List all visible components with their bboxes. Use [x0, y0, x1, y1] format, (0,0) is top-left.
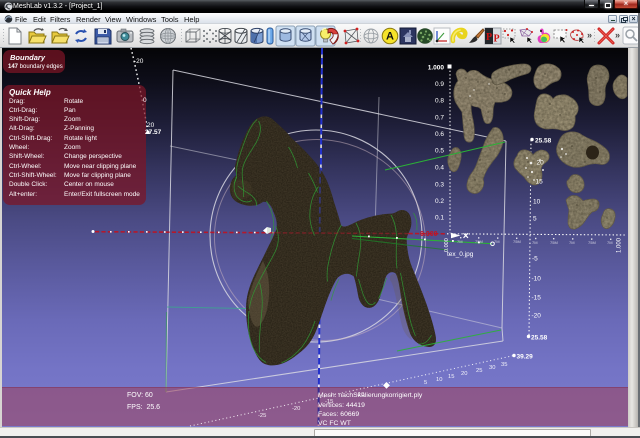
- svg-text:0.8: 0.8: [435, 98, 444, 105]
- svg-text:75M: 75M: [513, 239, 521, 244]
- svg-text:15: 15: [536, 179, 544, 186]
- svg-text:10: 10: [436, 377, 442, 383]
- svg-text:0.1: 0.1: [435, 215, 444, 222]
- svg-text:7M: 7M: [494, 239, 500, 244]
- svg-text:0.3: 0.3: [435, 182, 444, 189]
- svg-text:25.58: 25.58: [531, 335, 548, 342]
- svg-text:-15: -15: [532, 295, 542, 302]
- svg-text:0.9: 0.9: [435, 81, 444, 88]
- svg-text:15: 15: [448, 374, 454, 380]
- svg-text:5: 5: [533, 216, 537, 223]
- svg-text:30: 30: [489, 365, 495, 371]
- svg-text:75M: 75M: [550, 240, 558, 245]
- svg-text:-20: -20: [532, 313, 542, 320]
- svg-text:»: »: [615, 30, 620, 40]
- svg-text:75M: 75M: [588, 240, 596, 245]
- svg-text:P: P: [494, 34, 500, 45]
- svg-text:»: »: [587, 30, 592, 40]
- svg-text:20: 20: [461, 371, 467, 377]
- svg-text:tex_0.jpg: tex_0.jpg: [447, 251, 474, 258]
- svg-text:7M: 7M: [569, 240, 575, 245]
- svg-text:0.4: 0.4: [435, 165, 444, 172]
- svg-text:75M: 75M: [475, 239, 483, 244]
- svg-text:-5: -5: [532, 256, 538, 263]
- svg-text:-25: -25: [258, 413, 266, 419]
- svg-text:0.000: 0.000: [420, 231, 438, 238]
- svg-text:1.000: 1.000: [617, 237, 623, 253]
- svg-text:A: A: [386, 31, 394, 43]
- svg-text:-10: -10: [532, 276, 542, 283]
- svg-text:39.29: 39.29: [517, 354, 534, 361]
- svg-text:25.58: 25.58: [535, 138, 552, 145]
- svg-text:5: 5: [424, 380, 427, 386]
- svg-text:20: 20: [537, 160, 545, 167]
- svg-text:35: 35: [501, 362, 507, 368]
- svg-text:0.000: 0.000: [444, 238, 450, 252]
- svg-text:25: 25: [476, 368, 482, 374]
- svg-text:0.7: 0.7: [435, 115, 444, 122]
- svg-text:-20: -20: [134, 58, 144, 65]
- svg-text:7M: 7M: [607, 240, 613, 245]
- svg-text:7M: 7M: [532, 240, 538, 245]
- svg-text:P: P: [486, 32, 492, 43]
- svg-text:7M: 7M: [457, 239, 463, 244]
- svg-text:0.2: 0.2: [435, 198, 444, 205]
- svg-text:0.5: 0.5: [435, 148, 444, 155]
- svg-text:0.6: 0.6: [435, 131, 444, 138]
- svg-text:10: 10: [533, 199, 541, 206]
- svg-text:1.000: 1.000: [428, 65, 445, 72]
- svg-text:-20: -20: [292, 406, 300, 412]
